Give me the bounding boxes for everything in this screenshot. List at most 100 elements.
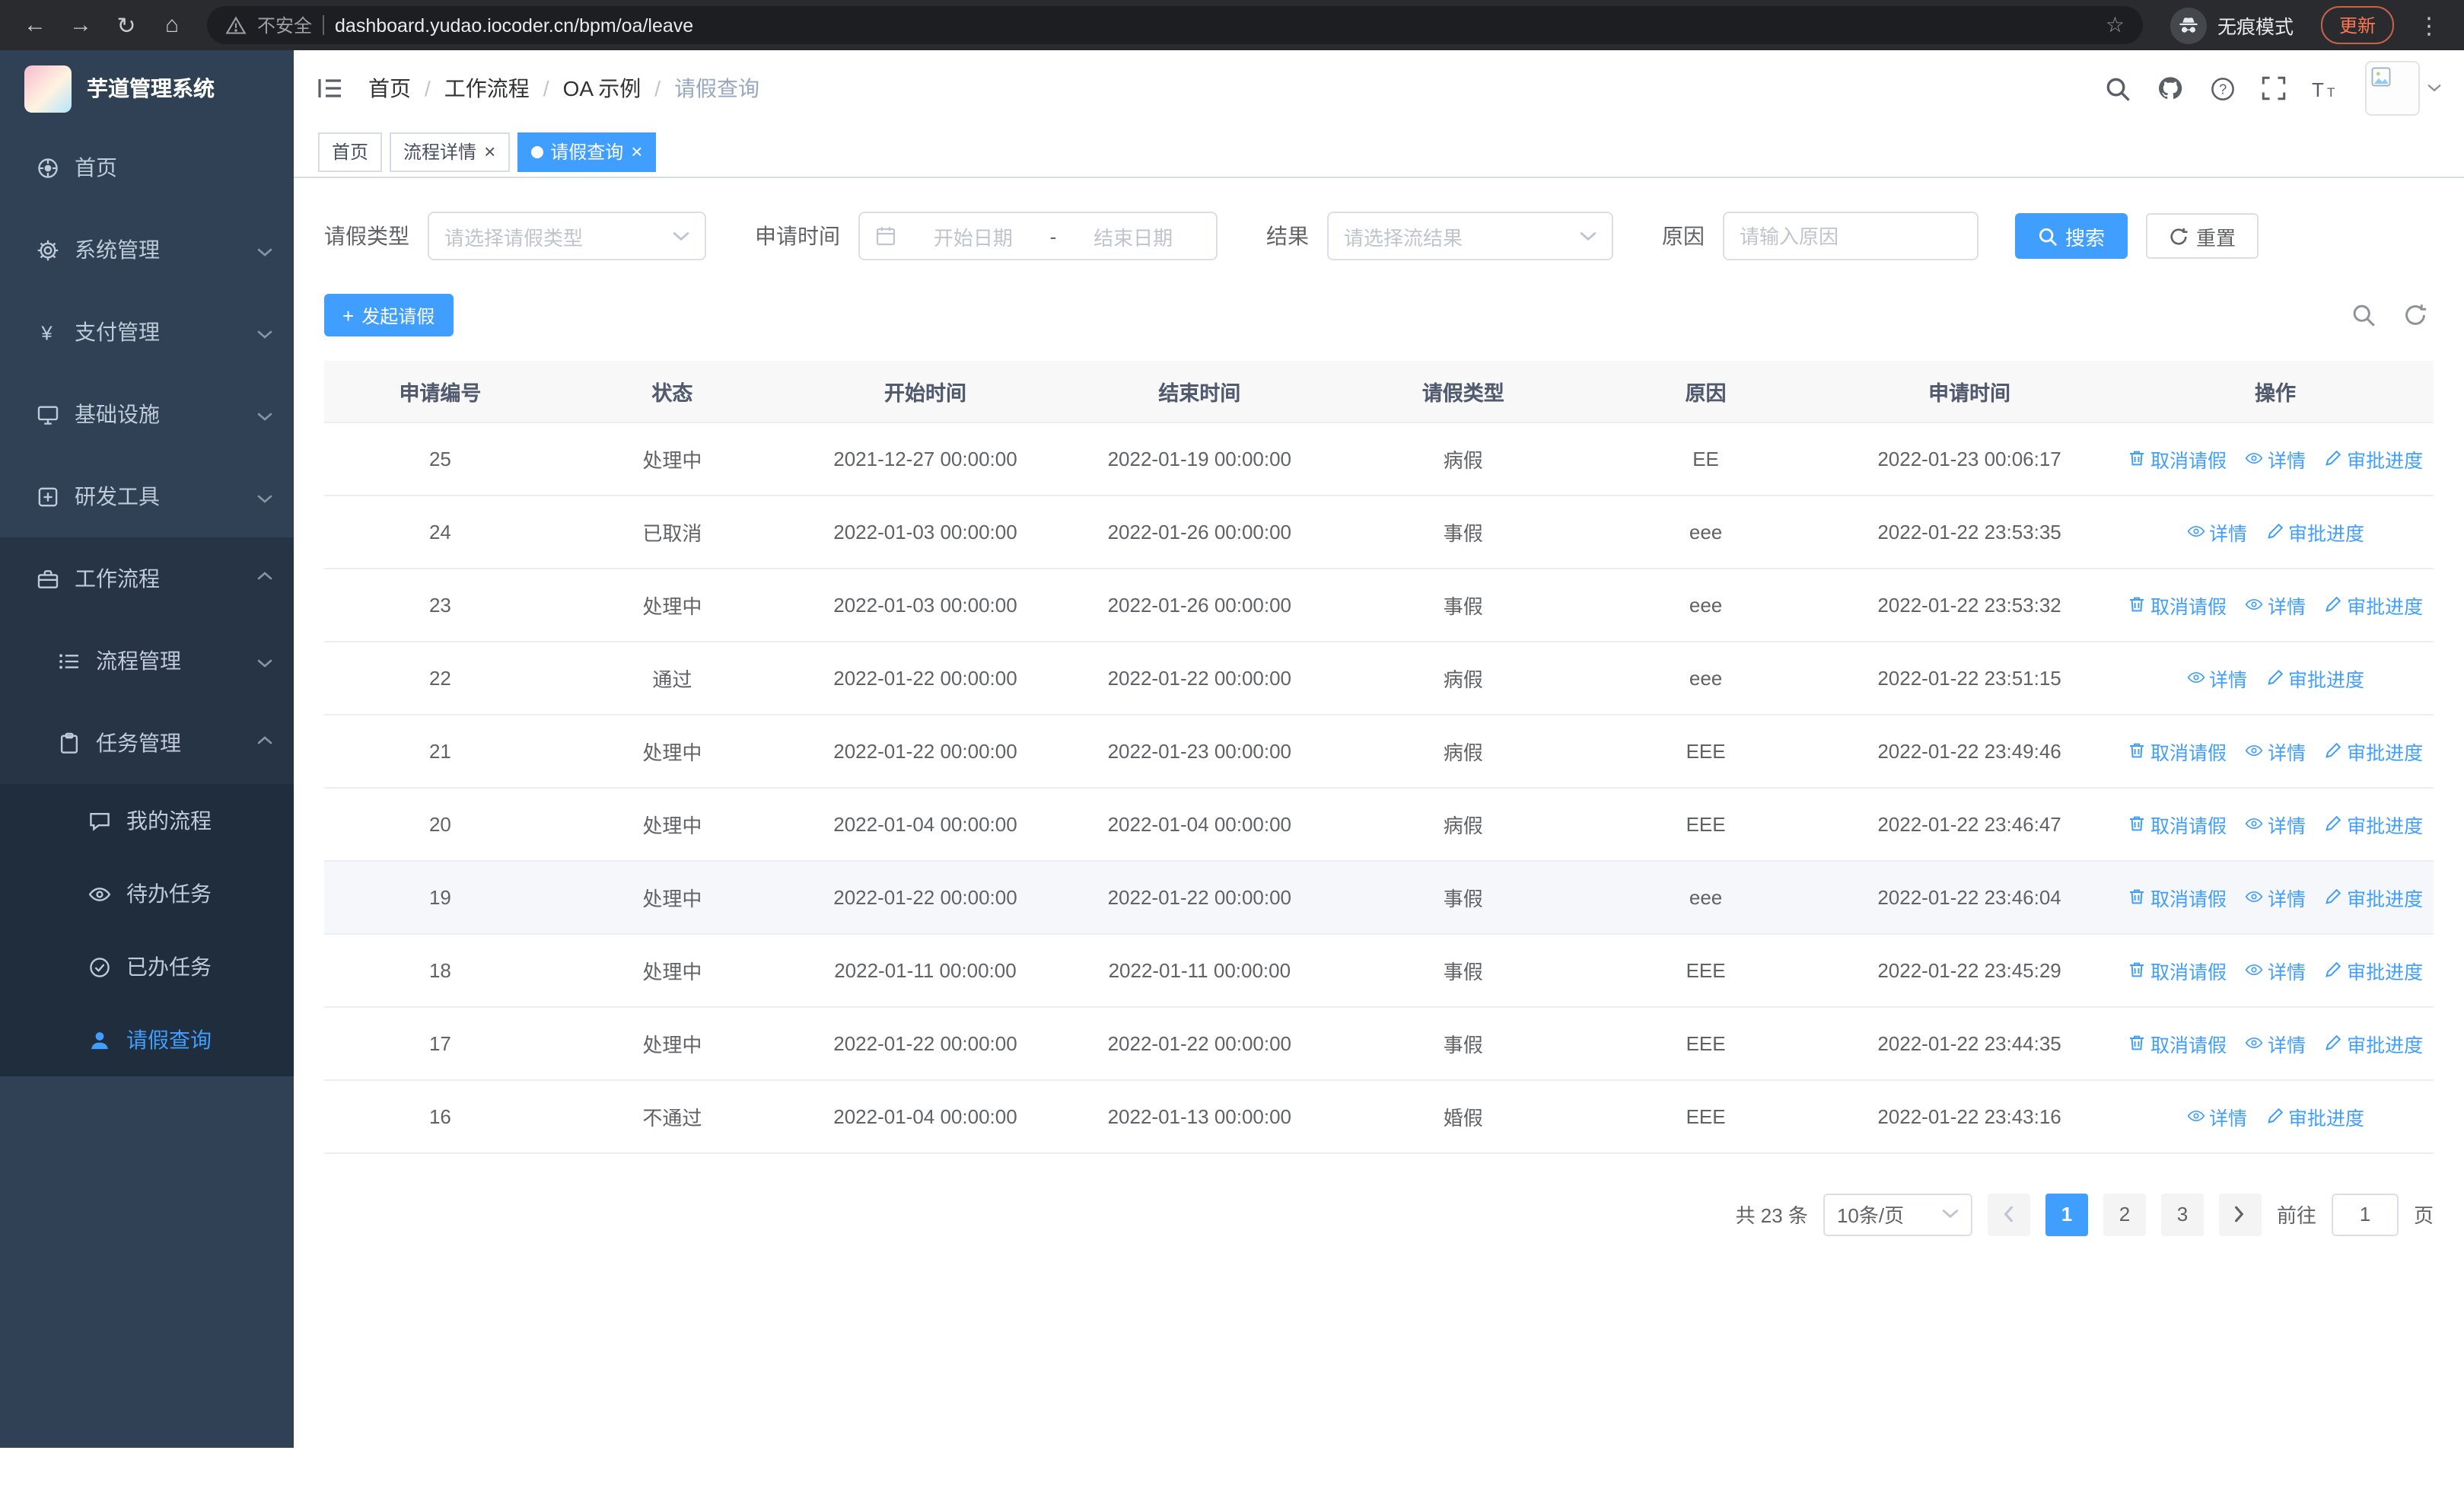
row-action-cancel[interactable]: 取消请假	[2128, 882, 2227, 911]
table-cell: 2022-01-26 00:00:00	[1062, 495, 1337, 569]
total-count: 共 23 条	[1735, 1204, 1808, 1227]
table-cell: 2022-01-22 23:53:35	[1822, 495, 2118, 569]
sidebar-item-infrastructure[interactable]: 基础设施	[0, 373, 294, 455]
page-size-select[interactable]: 10条/页	[1823, 1193, 1972, 1235]
row-action-cancel[interactable]: 取消请假	[2128, 444, 2227, 473]
row-action-detail[interactable]: 详情	[2245, 736, 2306, 765]
goto-page-input[interactable]	[2331, 1193, 2399, 1235]
sidebar-item-dev-tools[interactable]: 研发工具	[0, 455, 294, 537]
tab-process-detail[interactable]: 流程详情 ×	[390, 132, 510, 171]
edit-icon	[2326, 450, 2341, 466]
row-action-detail[interactable]: 详情	[2245, 882, 2306, 911]
row-action-detail[interactable]: 详情	[2245, 1028, 2306, 1057]
operations-cell: 详情 审批进度	[2117, 641, 2434, 715]
col-status: 状态	[556, 361, 788, 422]
search-button[interactable]: 搜索	[2015, 213, 2128, 259]
help-icon[interactable]: ?	[2210, 75, 2236, 101]
eye-icon	[2186, 525, 2205, 537]
row-action-progress[interactable]: 审批进度	[2265, 663, 2364, 692]
chevron-down-icon	[1580, 231, 1597, 241]
trash-icon	[2130, 1035, 2144, 1050]
close-icon[interactable]: ×	[631, 142, 642, 161]
reset-button[interactable]: 重置	[2146, 213, 2259, 259]
table-cell: 25	[324, 422, 556, 496]
sidebar-item-home[interactable]: 首页	[0, 126, 294, 209]
page-button-3[interactable]: 3	[2160, 1193, 2204, 1235]
sidebar-item-workflow[interactable]: 工作流程	[0, 537, 294, 620]
update-button[interactable]: 更新	[2320, 6, 2394, 44]
apply-time-range-picker[interactable]: 开始日期 - 结束日期	[858, 212, 1218, 260]
sidebar-item-task-mgmt[interactable]: 任务管理	[0, 702, 294, 784]
browser-forward-icon[interactable]: →	[61, 5, 100, 45]
github-icon[interactable]	[2157, 75, 2184, 102]
row-action-cancel[interactable]: 取消请假	[2128, 1028, 2227, 1057]
sidebar-item-payment-mgmt[interactable]: ¥ 支付管理	[0, 291, 294, 373]
breadcrumb-workflow[interactable]: 工作流程	[444, 73, 530, 104]
toolbox-icon	[38, 486, 58, 506]
table-row: 22 通过 2022-01-22 00:00:00 2022-01-22 00:00:…	[324, 641, 2434, 715]
table-cell: 2022-01-22 00:00:00	[1062, 641, 1337, 715]
tab-leave-query[interactable]: 请假查询 ×	[517, 132, 657, 171]
sidebar-item-leave-query[interactable]: 请假查询	[0, 1003, 294, 1076]
sidebar-item-todo-tasks[interactable]: 待办任务	[0, 857, 294, 930]
toggle-search-icon[interactable]	[2351, 303, 2376, 327]
row-action-detail[interactable]: 详情	[2245, 809, 2306, 838]
browser-back-icon[interactable]: ←	[15, 5, 55, 45]
row-action-detail[interactable]: 详情	[2245, 590, 2306, 619]
sidebar-item-done-tasks[interactable]: 已办任务	[0, 930, 294, 1003]
row-action-cancel[interactable]: 取消请假	[2128, 590, 2227, 619]
refresh-table-icon[interactable]	[2403, 303, 2427, 327]
row-action-progress[interactable]: 审批进度	[2324, 809, 2423, 838]
font-size-icon[interactable]: TT	[2312, 77, 2339, 100]
end-date-input[interactable]: 结束日期	[1065, 222, 1201, 250]
row-action-progress[interactable]: 审批进度	[2324, 955, 2423, 984]
browser-home-icon[interactable]: ⌂	[152, 5, 192, 45]
trash-icon	[2130, 451, 2144, 466]
sidebar-item-system-mgmt[interactable]: 系统管理	[0, 209, 294, 291]
table-cell: 2022-01-22 00:00:00	[788, 714, 1063, 788]
row-action-progress[interactable]: 审批进度	[2265, 1101, 2364, 1130]
row-action-cancel[interactable]: 取消请假	[2128, 955, 2227, 984]
row-action-cancel[interactable]: 取消请假	[2128, 809, 2227, 838]
result-select[interactable]: 请选择流结果	[1327, 212, 1613, 260]
row-action-detail[interactable]: 详情	[2245, 955, 2306, 984]
row-action-progress[interactable]: 审批进度	[2324, 444, 2423, 473]
search-icon[interactable]	[2105, 75, 2131, 101]
page-button-1[interactable]: 1	[2045, 1193, 2088, 1235]
tab-home[interactable]: 首页	[318, 132, 383, 171]
close-icon[interactable]: ×	[484, 142, 495, 161]
row-action-progress[interactable]: 审批进度	[2324, 1028, 2423, 1057]
prev-page-button[interactable]	[1987, 1193, 2030, 1235]
leave-type-select[interactable]: 请选择请假类型	[428, 212, 706, 260]
url-text[interactable]: dashboard.yudao.iocoder.cn/bpm/oa/leave	[335, 14, 693, 36]
table-cell: 病假	[1336, 714, 1590, 788]
page-button-2[interactable]: 2	[2103, 1193, 2146, 1235]
bookmark-star-icon[interactable]: ☆	[2106, 12, 2125, 38]
user-menu[interactable]	[2365, 61, 2441, 116]
row-action-progress[interactable]: 审批进度	[2324, 590, 2423, 619]
row-action-detail[interactable]: 详情	[2186, 1101, 2247, 1130]
sidebar-toggle-icon[interactable]	[317, 76, 344, 100]
reason-input[interactable]	[1723, 212, 1979, 260]
create-leave-button[interactable]: + 发起请假	[324, 294, 454, 336]
browser-reload-icon[interactable]: ↻	[107, 5, 146, 45]
breadcrumb-oa-example[interactable]: OA 示例	[563, 73, 641, 104]
avatar[interactable]	[2365, 61, 2420, 116]
row-action-cancel[interactable]: 取消请假	[2128, 736, 2227, 765]
security-warning-label[interactable]: 不安全	[257, 12, 312, 38]
address-bar[interactable]: 不安全 dashboard.yudao.iocoder.cn/bpm/oa/le…	[207, 6, 2143, 44]
breadcrumb-home[interactable]: 首页	[368, 73, 411, 104]
browser-menu-icon[interactable]: ⋮	[2409, 5, 2449, 45]
next-page-button[interactable]	[2218, 1193, 2262, 1235]
row-action-progress[interactable]: 审批进度	[2324, 736, 2423, 765]
incognito-label: 无痕模式	[2217, 17, 2294, 38]
row-action-detail[interactable]: 详情	[2245, 444, 2306, 473]
row-action-detail[interactable]: 详情	[2186, 663, 2247, 692]
sidebar-item-process-mgmt[interactable]: 流程管理	[0, 620, 294, 702]
fullscreen-icon[interactable]	[2262, 76, 2286, 100]
start-date-input[interactable]: 开始日期	[906, 222, 1041, 250]
row-action-detail[interactable]: 详情	[2186, 517, 2247, 546]
row-action-progress[interactable]: 审批进度	[2324, 882, 2423, 911]
sidebar-item-my-process[interactable]: 我的流程	[0, 784, 294, 857]
row-action-progress[interactable]: 审批进度	[2265, 517, 2364, 546]
